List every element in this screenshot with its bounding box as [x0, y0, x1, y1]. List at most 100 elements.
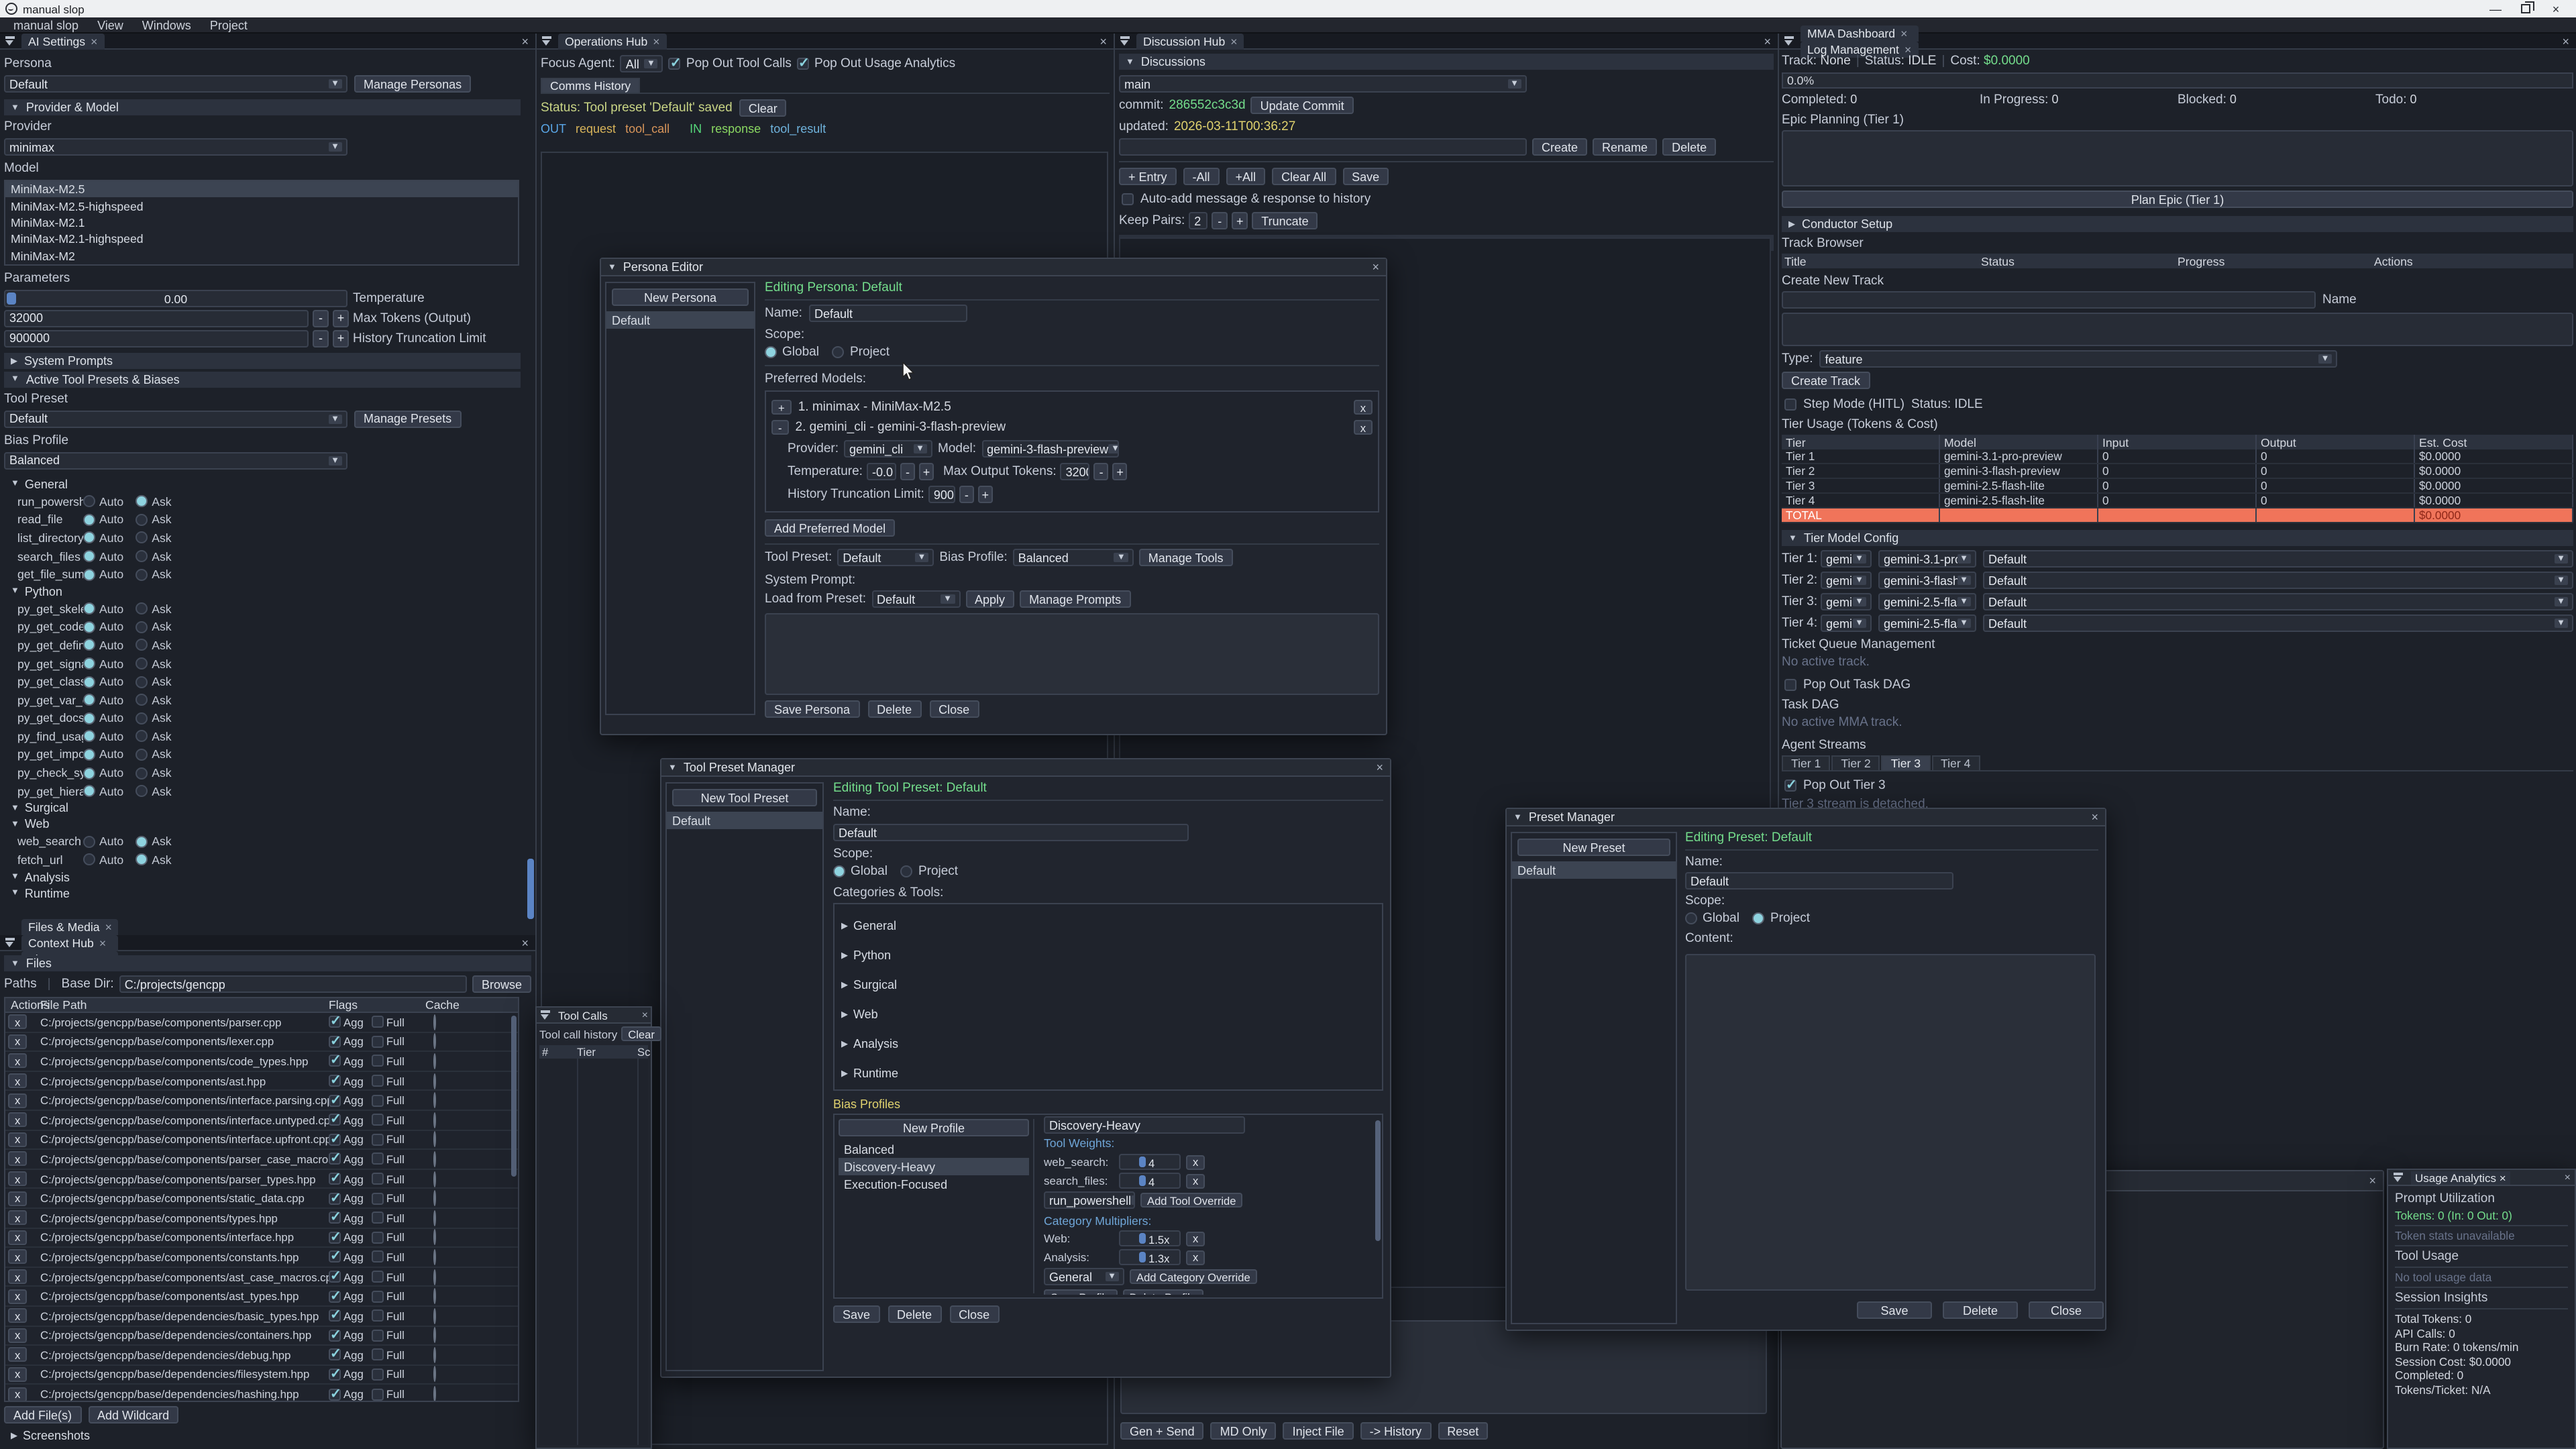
preset-name-input[interactable]: Default [1685, 872, 1953, 890]
auto-add-checkbox[interactable] [1122, 193, 1134, 205]
delete-tool-preset-button[interactable]: Delete [888, 1305, 941, 1323]
save-tool-preset-button[interactable]: Save [833, 1305, 879, 1323]
tool-override-dropdown[interactable]: run_powershell▼ [1044, 1191, 1135, 1209]
increment-button[interactable]: + [978, 486, 993, 503]
full-checkbox[interactable] [372, 1290, 384, 1302]
move-up-button[interactable]: + [771, 400, 792, 415]
max-tokens-input[interactable]: 32000 [4, 310, 309, 327]
agg-checkbox[interactable] [329, 1349, 341, 1361]
persona-editor-titlebar[interactable]: ▼ Persona Editor × [601, 259, 1386, 276]
menu-item[interactable]: Project [210, 18, 248, 32]
agg-checkbox[interactable] [329, 1055, 341, 1067]
tool-calls-body[interactable] [539, 1059, 648, 1445]
close-window-button[interactable]: Close [949, 1305, 999, 1323]
increment-button[interactable]: + [333, 310, 349, 327]
keep-pairs-input[interactable]: 2 [1189, 212, 1208, 229]
conductor-setup-header[interactable]: ▶Conductor Setup [1782, 216, 2573, 232]
tier-preset-dropdown[interactable]: Default▼ [1983, 550, 2573, 568]
close-button[interactable]: × [2541, 2, 2571, 15]
remove-file-button[interactable]: x [8, 1093, 27, 1108]
remove-file-button[interactable]: x [8, 1230, 27, 1245]
full-checkbox[interactable] [372, 1094, 384, 1106]
full-checkbox[interactable] [372, 1251, 384, 1263]
delete-profile-button[interactable]: Delete Profile [1122, 1289, 1203, 1295]
tier-provider-dropdown[interactable]: gemini▼ [1821, 614, 1872, 632]
remove-file-button[interactable]: x [8, 1348, 27, 1362]
auto-radio[interactable] [83, 749, 95, 761]
manage-tools-button[interactable]: Manage Tools [1139, 549, 1233, 566]
preset-content-textarea[interactable] [1685, 954, 2096, 1291]
history-limit-input[interactable]: 900000 [4, 330, 309, 347]
close-window-button[interactable]: Close [929, 700, 979, 718]
global-radio[interactable] [833, 865, 845, 877]
project-radio[interactable] [1753, 912, 1765, 924]
composer-button[interactable]: Gen + Send [1120, 1422, 1204, 1440]
auto-radio[interactable] [83, 694, 95, 706]
ask-radio[interactable] [136, 676, 148, 688]
auto-radio[interactable] [83, 854, 95, 866]
full-checkbox[interactable] [372, 1016, 384, 1028]
pe-bias-profile-dropdown[interactable]: Balanced▼ [1013, 549, 1134, 566]
epic-textarea[interactable] [1782, 130, 2573, 186]
tool-calls-titlebar[interactable]: Tool Calls × [537, 1008, 651, 1024]
remove-override-button[interactable]: x [1186, 1173, 1205, 1188]
stream-tab[interactable]: Tier 3 [1882, 755, 1930, 770]
tpm-titlebar[interactable]: ▼ Tool Preset Manager × [661, 759, 1390, 777]
usage-analytics-titlebar[interactable]: Usage Analytics × × [2388, 1170, 2575, 1186]
remove-file-button[interactable]: x [8, 1387, 27, 1401]
increment-button[interactable]: + [333, 330, 349, 347]
add-category-override-button[interactable]: Add Category Override [1130, 1269, 1257, 1284]
category-item[interactable]: ▶Python [835, 941, 1382, 970]
pm-history-input[interactable]: 900000 [928, 486, 955, 503]
decrement-button[interactable]: - [900, 463, 915, 480]
ask-radio[interactable] [136, 550, 148, 562]
model-list-item[interactable]: MiniMax-M2.1-highspeed [5, 231, 518, 248]
close-icon[interactable]: × [642, 1009, 648, 1021]
remove-file-button[interactable]: x [8, 1328, 27, 1343]
add-files-button[interactable]: Add File(s) [4, 1406, 81, 1424]
decrement-button[interactable]: - [313, 330, 329, 347]
category-override-dropdown[interactable]: General▼ [1044, 1268, 1124, 1285]
full-checkbox[interactable] [372, 1368, 384, 1381]
tab-discussion-hub[interactable]: Discussion Hub× [1136, 33, 1244, 49]
collapse-icon[interactable] [539, 1009, 551, 1021]
weight-slider[interactable]: 4 [1119, 1154, 1181, 1170]
bias-profile-list-item[interactable]: Balanced [839, 1140, 1029, 1158]
category-runtime[interactable]: ▼Runtime [4, 885, 521, 901]
clear-status-button[interactable]: Clear [739, 99, 787, 117]
screenshots-header[interactable]: ▶Screenshots [4, 1428, 531, 1444]
close-icon[interactable]: × [1900, 26, 1907, 40]
track-description-textarea[interactable] [1782, 313, 2573, 346]
agg-checkbox[interactable] [329, 1016, 341, 1028]
full-checkbox[interactable] [372, 1173, 384, 1185]
auto-radio[interactable] [83, 639, 95, 651]
ask-radio[interactable] [136, 712, 148, 724]
panel-close-icon[interactable]: × [1764, 34, 1774, 48]
auto-radio[interactable] [83, 532, 95, 544]
agg-checkbox[interactable] [329, 1330, 341, 1342]
close-window-button[interactable]: Close [2029, 1301, 2104, 1319]
collapse-icon[interactable] [1783, 35, 1795, 47]
collapse-icon[interactable] [541, 35, 553, 47]
pe-tool-preset-dropdown[interactable]: Default▼ [837, 549, 934, 566]
agg-checkbox[interactable] [329, 1134, 341, 1146]
increment-button[interactable]: + [919, 463, 934, 480]
full-checkbox[interactable] [372, 1134, 384, 1146]
ask-radio[interactable] [136, 731, 148, 743]
model-list-item[interactable]: MiniMax-M2 [5, 248, 518, 264]
files-header[interactable]: ▼Files [4, 955, 531, 971]
remove-file-button[interactable]: x [8, 1034, 27, 1049]
full-checkbox[interactable] [372, 1388, 384, 1400]
agg-checkbox[interactable] [329, 1153, 341, 1165]
collapse-icon[interactable] [1119, 35, 1131, 47]
new-persona-button[interactable]: New Persona [612, 288, 749, 306]
delete-preset-button[interactable]: Delete [1943, 1301, 2018, 1319]
auto-radio[interactable] [83, 676, 95, 688]
system-prompt-textarea[interactable] [765, 613, 1379, 695]
browse-button[interactable]: Browse [472, 975, 531, 993]
global-radio[interactable] [1685, 912, 1697, 924]
tab-ai-settings[interactable]: AI Settings× [21, 33, 104, 49]
plan-epic-button[interactable]: Plan Epic (Tier 1) [1782, 191, 2573, 208]
minimize-button[interactable]: — [2481, 2, 2510, 15]
remove-file-button[interactable]: x [8, 1171, 27, 1186]
